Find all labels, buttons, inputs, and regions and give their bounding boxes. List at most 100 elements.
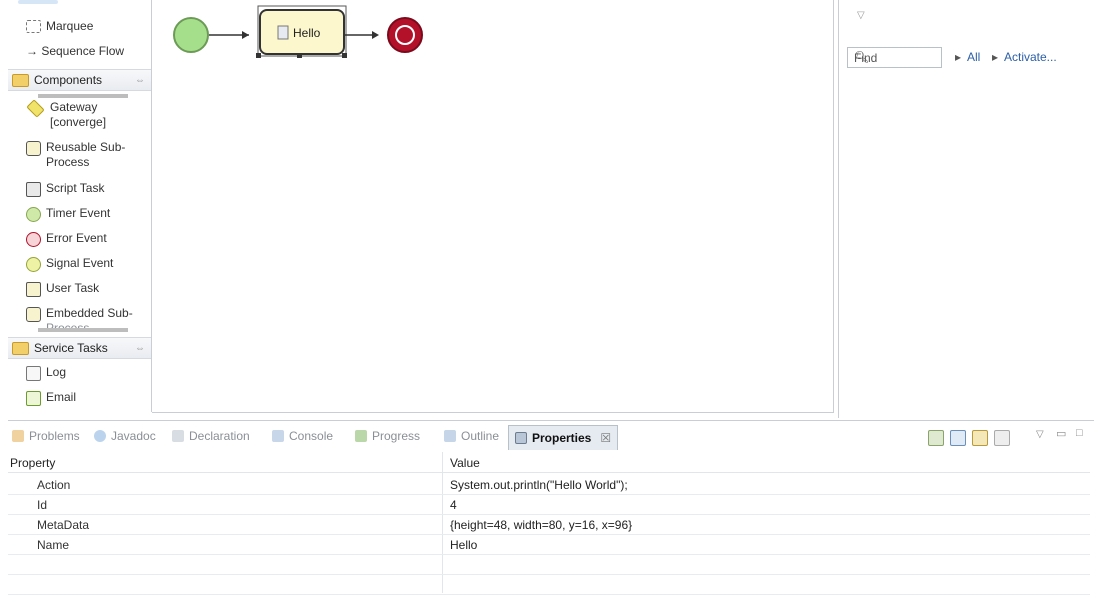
view-menu-icon[interactable]: ▽ [1036, 429, 1044, 440]
progress-icon [355, 430, 367, 442]
folder-icon [12, 73, 29, 87]
gateway-icon [26, 99, 45, 118]
drawer-components[interactable]: Components ⇔ [8, 69, 151, 91]
selection-handle[interactable] [297, 53, 302, 58]
palette-item-reusable-subprocess[interactable]: Reusable Sub- Process [26, 140, 125, 170]
console-icon [272, 430, 284, 442]
property-key: Id [37, 498, 48, 512]
script-task-icon [26, 182, 41, 197]
view-menu-icon[interactable]: ▽ [857, 10, 865, 21]
palette-item-timer-event[interactable]: Timer Event [26, 206, 110, 222]
table-row[interactable]: Action System.out.println("Hello World")… [8, 474, 1090, 495]
palette: Marquee → Sequence Flow Components ⇔ Gat… [8, 0, 152, 412]
selection-handle[interactable] [256, 53, 261, 58]
tab-label: Javadoc [111, 429, 156, 443]
process-canvas[interactable]: Hello [152, 0, 834, 413]
tab-progress[interactable]: Progress [355, 429, 420, 443]
palette-item-label: Script Task [46, 181, 105, 195]
selection-highlight [18, 0, 58, 4]
drawer-service-tasks[interactable]: Service Tasks ⇔ [8, 337, 151, 359]
label-line: Embedded Sub- [46, 306, 133, 320]
property-key: Name [37, 538, 70, 552]
drawer-scrollbar[interactable] [38, 94, 128, 98]
javadoc-icon [94, 430, 106, 442]
property-value[interactable]: {height=48, width=80, y=16, x=96} [450, 518, 632, 532]
palette-item-label: Error Event [46, 231, 107, 245]
all-link[interactable]: All [967, 50, 980, 64]
start-event[interactable] [173, 17, 209, 53]
error-event-icon [26, 232, 41, 247]
column-header-property[interactable]: Property [10, 456, 55, 470]
find-field[interactable]: Find 🔍︎ [847, 47, 942, 68]
pin-icon[interactable]: ⇔ [135, 343, 145, 354]
palette-item-signal-event[interactable]: Signal Event [26, 256, 113, 272]
palette-item-label: Reusable Sub- Process [46, 140, 125, 170]
palette-item-label: Timer Event [46, 206, 111, 220]
table-row[interactable]: Name Hello [8, 534, 1090, 555]
search-icon[interactable]: 🔍︎ [854, 50, 937, 64]
tab-outline[interactable]: Outline [444, 429, 499, 443]
tab-javadoc[interactable]: Javadoc [94, 429, 156, 443]
signal-event-icon [26, 257, 41, 272]
property-key: Action [37, 478, 71, 492]
arrow-head-icon [372, 31, 379, 39]
palette-item-user-task[interactable]: User Task [26, 281, 99, 297]
palette-item-label: Log [46, 365, 67, 379]
pin-view-icon[interactable] [928, 430, 944, 446]
table-row[interactable]: MetaData {height=48, width=80, y=16, x=9… [8, 514, 1090, 535]
property-value[interactable]: System.out.println("Hello World"); [450, 478, 628, 492]
selection-handle[interactable] [342, 53, 347, 58]
arrow-head-icon [242, 31, 249, 39]
user-task-icon [26, 282, 41, 297]
outline-icon [444, 430, 456, 442]
folder-icon [12, 341, 29, 355]
close-icon[interactable]: ☒ [600, 431, 611, 445]
chevron-right-icon: ▸ [992, 50, 999, 64]
palette-item-label: Email [46, 390, 77, 404]
property-value[interactable]: 4 [450, 498, 457, 512]
chevron-right-icon: ▸ [955, 50, 962, 64]
tab-label: Declaration [189, 429, 250, 443]
palette-item-log[interactable]: Log [26, 365, 66, 381]
table-row-empty [8, 554, 1090, 575]
table-row-empty [8, 574, 1090, 595]
embedded-subprocess-icon [26, 307, 41, 322]
palette-item-label: → Sequence Flow [26, 44, 125, 58]
tab-console[interactable]: Console [272, 429, 333, 443]
show-advanced-icon[interactable] [972, 430, 988, 446]
palette-item-label: Marquee [46, 19, 94, 33]
palette-item-error-event[interactable]: Error Event [26, 231, 107, 247]
palette-item-email[interactable]: Email [26, 390, 76, 406]
drawer-label: Service Tasks [34, 341, 108, 355]
palette-item-label: User Task [46, 281, 100, 295]
palette-item-marquee[interactable]: Marquee [26, 19, 93, 34]
properties-icon [515, 432, 527, 444]
maximize-icon[interactable]: □ [1076, 427, 1083, 439]
drawer-scrollbar[interactable] [38, 328, 128, 332]
label-line: [converge] [50, 115, 107, 129]
column-header-value[interactable]: Value [450, 456, 480, 470]
email-icon [26, 391, 41, 406]
palette-item-sequence-flow[interactable]: → Sequence Flow [26, 44, 124, 59]
table-row[interactable]: Id 4 [8, 494, 1090, 515]
properties-table: Property Value Action System.out.println… [8, 452, 1090, 595]
tab-problems[interactable]: Problems [12, 429, 80, 443]
tab-properties[interactable]: Properties ☒ [508, 425, 619, 450]
pin-icon[interactable]: ⇔ [135, 75, 145, 86]
tab-declaration[interactable]: Declaration [172, 429, 250, 443]
drawer-label: Components [34, 73, 103, 87]
minimize-icon[interactable]: ▭ [1056, 427, 1066, 440]
tab-label: Console [289, 429, 334, 443]
label-line: Gateway [50, 100, 98, 114]
palette-item-gateway[interactable]: Gateway [converge] [26, 99, 107, 130]
activate-link[interactable]: Activate... [1004, 50, 1057, 64]
timer-icon [26, 207, 41, 222]
document-icon [26, 366, 41, 381]
problems-icon [12, 430, 24, 442]
show-categories-icon[interactable] [950, 430, 966, 446]
palette-item-script-task[interactable]: Script Task [26, 181, 104, 197]
tab-label: Progress [372, 429, 421, 443]
property-value[interactable]: Hello [450, 538, 477, 552]
end-event-inner [395, 25, 415, 45]
restore-default-icon[interactable] [994, 430, 1010, 446]
